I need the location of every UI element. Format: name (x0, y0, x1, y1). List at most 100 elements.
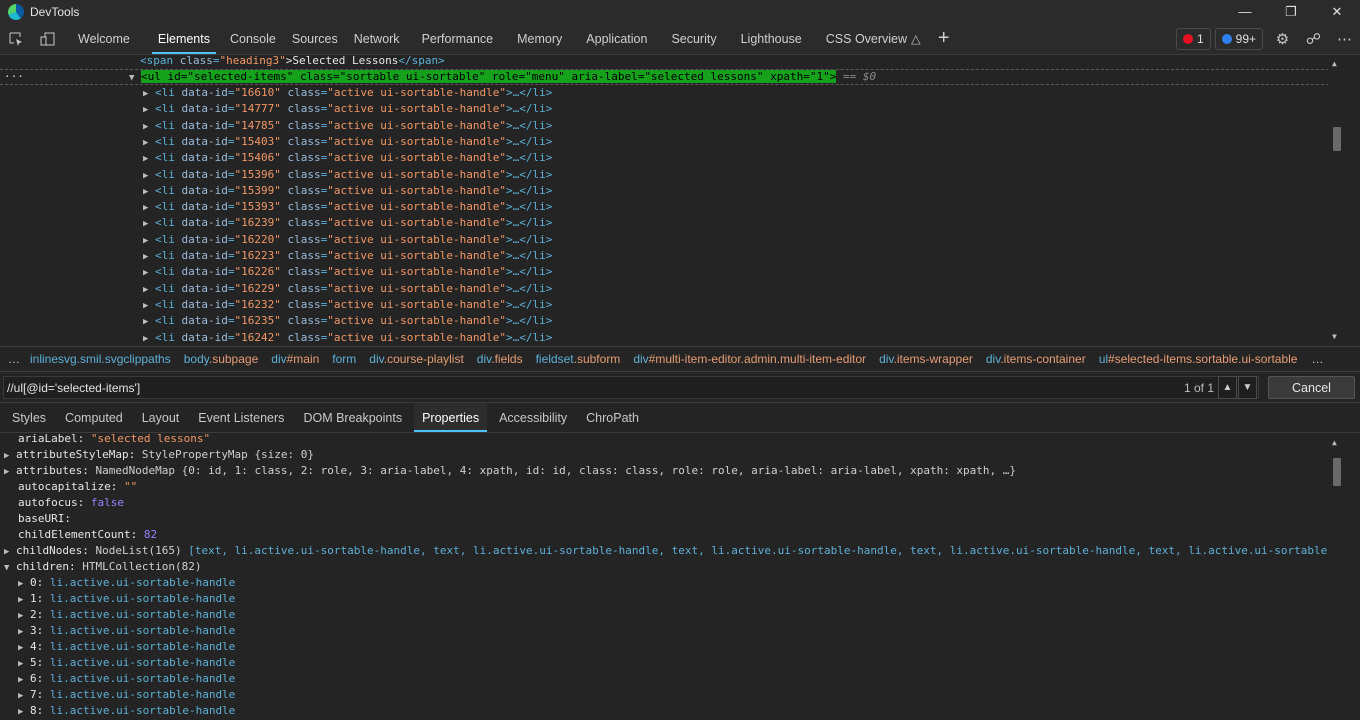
expand-arrow-icon[interactable]: ▶ (18, 624, 30, 640)
subtab-layout[interactable]: Layout (130, 403, 187, 432)
tab-sources[interactable]: Sources (286, 23, 348, 54)
close-icon[interactable]: ✕ (1314, 0, 1360, 23)
children-item[interactable]: ▶ 4: li.active.ui-sortable-handle (18, 639, 235, 655)
minimize-icon[interactable]: — (1222, 0, 1268, 23)
expand-arrow-icon[interactable]: ▶ (4, 544, 16, 560)
dom-node-li[interactable]: ▶ <li data-id="16242" class="active ui-so… (143, 330, 552, 346)
dom-node-li[interactable]: ▶ <li data-id="16226" class="active ui-so… (143, 264, 552, 280)
dom-node-li[interactable]: ▶ <li data-id="15403" class="active ui-so… (143, 134, 552, 150)
breadcrumb-item[interactable]: inlinesvg.smil.svgclippaths (30, 352, 171, 366)
dom-tree[interactable]: <span class="heading3">Selected Lessons<… (0, 55, 1344, 345)
expand-arrow-icon[interactable]: ▶ (143, 119, 155, 135)
issues-count-badge[interactable]: 99+ (1214, 28, 1263, 50)
dom-scrollbar-thumb[interactable] (1333, 127, 1341, 151)
expand-arrow-icon[interactable]: ▶ (143, 86, 155, 102)
dom-node-li[interactable]: ▶ <li data-id="16235" class="active ui-so… (143, 313, 552, 329)
expand-arrow-icon[interactable]: ▶ (143, 216, 155, 232)
prop-child-nodes[interactable]: ▶ childNodes: NodeList(165) [text, li.act… (4, 543, 1344, 559)
prop-aria-label[interactable]: ariaLabel: "selected lessons" (18, 434, 210, 447)
more-options-icon[interactable]: ⋯ (1329, 30, 1360, 48)
search-input[interactable] (3, 376, 1259, 399)
inspect-element-icon[interactable] (0, 23, 32, 54)
dom-node-li[interactable]: ▶ <li data-id="16232" class="active ui-so… (143, 297, 552, 313)
tab-performance[interactable]: Performance (412, 23, 508, 54)
breadcrumb-ellipsis[interactable]: … (8, 352, 20, 366)
expand-arrow-icon[interactable]: ▶ (18, 704, 30, 720)
error-count-badge[interactable]: 1 (1175, 28, 1211, 50)
breadcrumb-overflow-icon[interactable]: … (1311, 352, 1323, 366)
children-item[interactable]: ▶ 6: li.active.ui-sortable-handle (18, 671, 235, 687)
children-item[interactable]: ▶ 7: li.active.ui-sortable-handle (18, 687, 235, 703)
tab-welcome[interactable]: Welcome (64, 23, 144, 54)
prop-children[interactable]: ▼ children: HTMLCollection(82) (4, 559, 201, 575)
dom-scrollbar[interactable]: ▲ ▼ (1328, 55, 1344, 345)
dom-node-li[interactable]: ▶ <li data-id="16223" class="active ui-so… (143, 248, 552, 264)
connected-devices-icon[interactable]: ☍ (1298, 30, 1329, 48)
breadcrumb-item[interactable]: div.fields (477, 352, 523, 366)
expand-arrow-icon[interactable]: ▶ (143, 135, 155, 151)
expand-arrow-icon[interactable]: ▶ (18, 640, 30, 656)
breadcrumb-item[interactable]: div.items-wrapper (879, 352, 973, 366)
expand-arrow-icon[interactable]: ▶ (143, 151, 155, 167)
cancel-button[interactable]: Cancel (1268, 376, 1355, 399)
subtab-chropath[interactable]: ChroPath (574, 403, 646, 432)
children-item[interactable]: ▶ 2: li.active.ui-sortable-handle (18, 607, 235, 623)
dom-node-li[interactable]: ▶ <li data-id="15406" class="active ui-so… (143, 150, 552, 166)
breadcrumb-item[interactable]: body.subpage (184, 352, 259, 366)
subtab-accessibility[interactable]: Accessibility (487, 403, 574, 432)
dom-node-li[interactable]: ▶ <li data-id="16610" class="active ui-so… (143, 85, 552, 101)
children-item[interactable]: ▶ 0: li.active.ui-sortable-handle (18, 575, 235, 591)
subtab-styles[interactable]: Styles (0, 403, 53, 432)
tab-network[interactable]: Network (348, 23, 412, 54)
prop-child-element-count[interactable]: childElementCount: 82 (18, 527, 157, 543)
prop-autocapitalize[interactable]: autocapitalize: "" (18, 479, 137, 495)
expand-arrow-icon[interactable]: ▶ (18, 688, 30, 704)
dom-node-li[interactable]: ▶ <li data-id="14785" class="active ui-so… (143, 118, 552, 134)
tab-css-overview[interactable]: CSS Overview △ (816, 23, 929, 54)
expand-arrow-icon[interactable]: ▶ (18, 672, 30, 688)
expand-arrow-icon[interactable]: ▶ (143, 184, 155, 200)
scroll-down-icon[interactable]: ▼ (1332, 332, 1337, 341)
breadcrumb-item[interactable]: div#multi-item-editor.admin.multi-item-e… (633, 352, 866, 366)
breadcrumb-item[interactable]: ul#selected-items.sortable.ui-sortable (1099, 352, 1298, 366)
expand-arrow-icon[interactable]: ▶ (18, 576, 30, 592)
more-tools-plus-icon[interactable]: + (929, 23, 959, 54)
subtab-dom-breakpoints[interactable]: DOM Breakpoints (291, 403, 409, 432)
dom-node-li[interactable]: ▶ <li data-id="15393" class="active ui-so… (143, 199, 552, 215)
tab-elements[interactable]: Elements (144, 23, 224, 54)
expand-arrow-icon[interactable]: ▶ (143, 298, 155, 314)
dom-node-li[interactable]: ▶ <li data-id="14777" class="active ui-so… (143, 101, 552, 117)
dom-node-li[interactable]: ▶ <li data-id="16239" class="active ui-so… (143, 215, 552, 231)
tab-console[interactable]: Console (224, 23, 286, 54)
subtab-event-listeners[interactable]: Event Listeners (186, 403, 291, 432)
scroll-up-icon[interactable]: ▲ (1332, 59, 1337, 68)
children-item[interactable]: ▶ 3: li.active.ui-sortable-handle (18, 623, 235, 639)
gear-icon[interactable]: ⚙ (1267, 30, 1298, 48)
dom-node-li[interactable]: ▶ <li data-id="15396" class="active ui-so… (143, 167, 552, 183)
prop-autofocus[interactable]: autofocus: false (18, 495, 124, 511)
breadcrumb-item[interactable]: div.items-container (986, 352, 1086, 366)
expand-arrow-icon[interactable]: ▶ (143, 249, 155, 265)
dom-node-li[interactable]: ▶ <li data-id="15399" class="active ui-so… (143, 183, 552, 199)
children-item[interactable]: ▶ 1: li.active.ui-sortable-handle (18, 591, 235, 607)
search-prev-button[interactable]: ▲ (1218, 376, 1237, 399)
subtab-properties[interactable]: Properties (414, 403, 488, 432)
expand-arrow-icon[interactable]: ▶ (143, 314, 155, 330)
expand-arrow-icon[interactable]: ▶ (143, 102, 155, 118)
collapse-arrow-icon[interactable]: ▼ (4, 560, 16, 576)
expand-arrow-icon[interactable]: ▶ (143, 265, 155, 281)
dom-node-heading[interactable]: <span class="heading3">Selected Lessons<… (140, 55, 445, 69)
dom-node-li[interactable]: ▶ <li data-id="16220" class="active ui-so… (143, 232, 552, 248)
tab-security[interactable]: Security (661, 23, 730, 54)
tab-application[interactable]: Application (576, 23, 661, 54)
children-item[interactable]: ▶ 5: li.active.ui-sortable-handle (18, 655, 235, 671)
expand-arrow-icon[interactable]: ▶ (143, 200, 155, 216)
prop-attribute-style-map[interactable]: ▶ attributeStyleMap: StylePropertyMap {si… (4, 447, 314, 463)
children-item[interactable]: ▶ 8: li.active.ui-sortable-handle (18, 703, 235, 719)
subtab-computed[interactable]: Computed (53, 403, 130, 432)
breadcrumb-item[interactable]: fieldset.subform (536, 352, 621, 366)
expand-arrow-icon[interactable]: ▶ (4, 464, 16, 480)
breadcrumb-item[interactable]: div#main (271, 352, 319, 366)
properties-scrollbar[interactable]: ▲ (1328, 434, 1344, 720)
expand-arrow-icon[interactable]: ▶ (18, 608, 30, 624)
